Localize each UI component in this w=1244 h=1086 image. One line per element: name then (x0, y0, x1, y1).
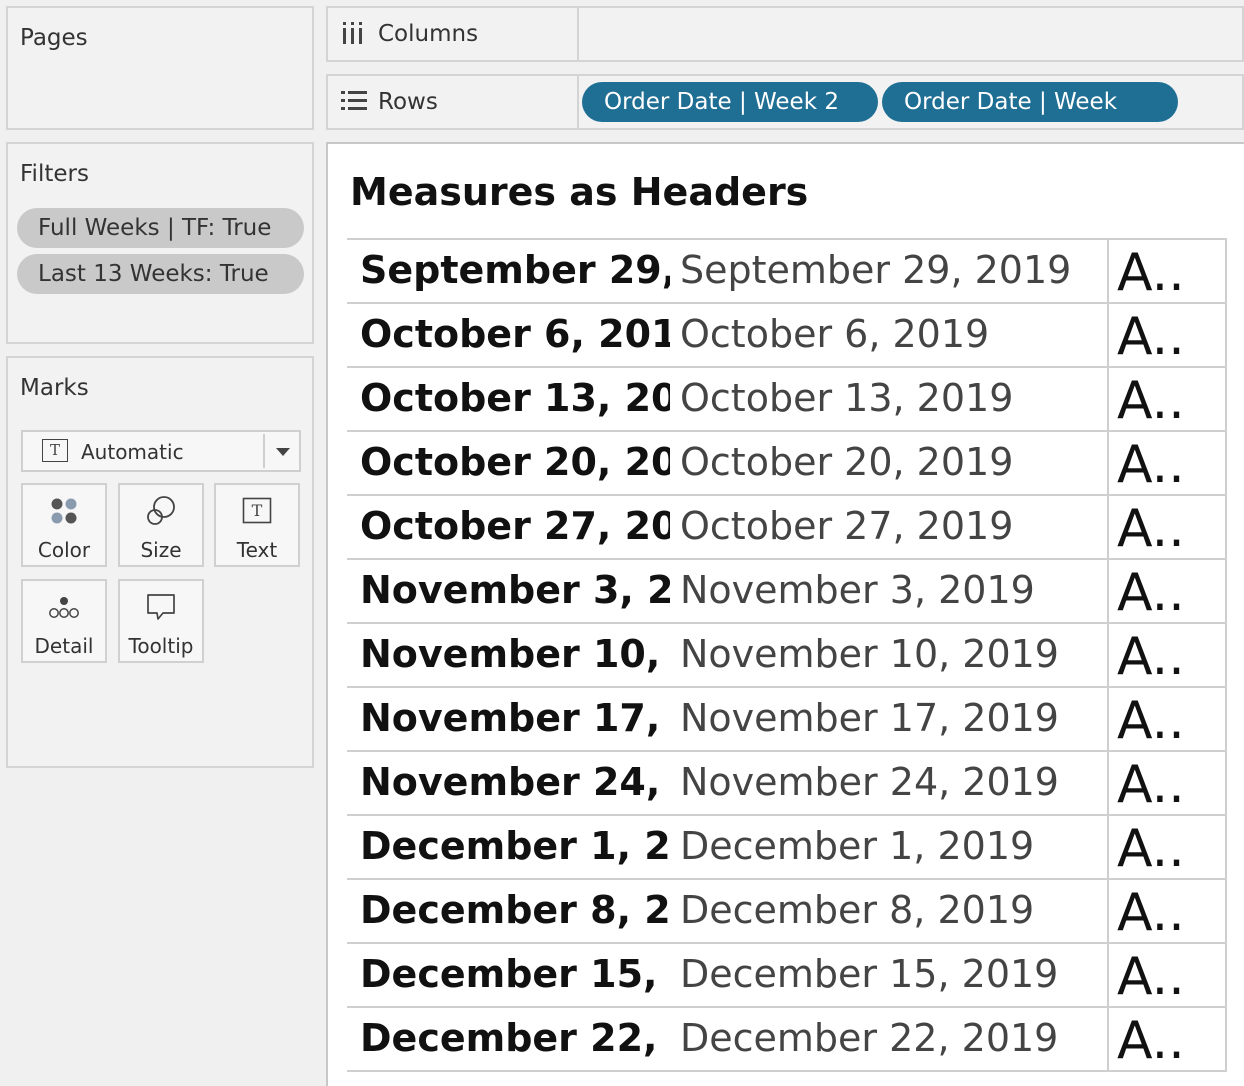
row-header-week-2[interactable]: October 27, 20.. (360, 504, 670, 548)
tooltip-button[interactable]: Tooltip (118, 579, 204, 663)
dropdown-divider (263, 434, 265, 468)
text-label: Text (236, 538, 278, 562)
measure-value-cell[interactable]: A.. (1107, 944, 1227, 1007)
rows-shelf-header: Rows (328, 76, 579, 128)
row-header-week[interactable]: December 22, 2019 (680, 1016, 1100, 1060)
columns-shelf[interactable]: Columns (326, 6, 1244, 62)
mark-type-dropdown[interactable]: T Automatic (21, 430, 301, 472)
table-row[interactable]: October 20, 20..October 20, 2019A.. (347, 432, 1227, 496)
table-row[interactable]: December 1, 2.. December 1, 2019 A.. (347, 816, 1227, 880)
measure-value-cell[interactable]: A.. (1107, 432, 1227, 495)
row-header-week[interactable]: November 3, 2019 (680, 568, 1100, 612)
viz-title: Measures as Headers (350, 170, 809, 214)
rows-label: Rows (378, 89, 438, 115)
table-row[interactable]: December 15, .. December 15, 2019 A.. (347, 944, 1227, 1008)
rows-icon (341, 90, 367, 116)
rows-shelf[interactable]: Rows Order Date | Week 2 Order Date | We… (326, 74, 1244, 130)
row-header-week[interactable]: October 13, 2019 (680, 376, 1100, 420)
row-header-week-2[interactable]: November 10, .. (360, 632, 670, 676)
table-row[interactable]: December 22, .. December 22, 2019 A.. (347, 1008, 1227, 1072)
row-header-week[interactable]: December 15, 2019 (680, 952, 1100, 996)
color-icon (23, 495, 105, 527)
row-header-week[interactable]: December 8, 2019 (680, 888, 1100, 932)
row-header-week-2[interactable]: December 15, .. (360, 952, 670, 996)
row-header-week[interactable]: October 6, 2019 (680, 312, 1100, 356)
measure-value-cell[interactable]: A.. (1107, 496, 1227, 559)
mark-type-label: Automatic (81, 440, 184, 464)
row-header-week-2[interactable]: November 17, .. (360, 696, 670, 740)
viz-table: September 29, ..September 29, 2019A..Oct… (347, 238, 1227, 1072)
row-header-week[interactable]: September 29, 2019 (680, 248, 1100, 292)
detail-button[interactable]: Detail (21, 579, 107, 663)
dropdown-caret-icon[interactable] (276, 448, 290, 456)
color-button[interactable]: Color (21, 483, 107, 567)
rows-pill-order-date-week-2[interactable]: Order Date | Week 2 (582, 82, 878, 122)
filters-card[interactable]: Filters Full Weeks | TF: True Last 13 We… (6, 142, 314, 344)
filters-title: Filters (20, 161, 89, 187)
row-header-week[interactable]: November 17, 2019 (680, 696, 1100, 740)
table-row[interactable]: November 3, 2.. November 3, 2019 A.. (347, 560, 1227, 624)
table-row[interactable]: October 13, 20..October 13, 2019A.. (347, 368, 1227, 432)
viz-canvas: Measures as Headers September 29, ..Sept… (326, 142, 1244, 1086)
row-header-week[interactable]: November 24, 2019 (680, 760, 1100, 804)
measure-value-cell[interactable]: A.. (1107, 560, 1227, 623)
table-row[interactable]: October 27, 20..October 27, 2019A.. (347, 496, 1227, 560)
columns-icon (341, 22, 365, 48)
table-row[interactable]: October 6, 2019 October 6, 2019 A.. (347, 304, 1227, 368)
marks-title: Marks (20, 375, 89, 401)
size-icon (120, 495, 202, 527)
pages-title: Pages (20, 25, 88, 51)
row-header-week-2[interactable]: December 8, 2.. (360, 888, 670, 932)
row-header-week-2[interactable]: September 29, .. (360, 248, 670, 292)
measure-value-cell[interactable]: A.. (1107, 752, 1227, 815)
measure-value-cell[interactable]: A.. (1107, 368, 1227, 431)
row-header-week[interactable]: November 10, 2019 (680, 632, 1100, 676)
detail-label: Detail (34, 634, 94, 658)
measure-value-cell[interactable]: A.. (1107, 304, 1227, 367)
measure-value-cell[interactable]: A.. (1107, 688, 1227, 751)
row-header-week[interactable]: October 27, 2019 (680, 504, 1100, 548)
table-row[interactable]: November 10, .. November 10, 2019 A.. (347, 624, 1227, 688)
size-label: Size (140, 538, 182, 562)
measure-value-cell[interactable]: A.. (1107, 1008, 1227, 1071)
measure-value-cell[interactable]: A.. (1107, 816, 1227, 879)
text-icon: T (216, 495, 298, 527)
measure-value-cell[interactable]: A.. (1107, 240, 1227, 303)
tooltip-icon (120, 591, 202, 623)
columns-label: Columns (378, 21, 479, 47)
color-label: Color (37, 538, 91, 562)
tooltip-label: Tooltip (128, 634, 194, 658)
filter-pill-last-13-weeks[interactable]: Last 13 Weeks: True (17, 254, 304, 294)
table-row[interactable]: November 17, .. November 17, 2019 A.. (347, 688, 1227, 752)
row-header-week-2[interactable]: November 24, .. (360, 760, 670, 804)
columns-shelf-header: Columns (328, 8, 579, 60)
row-header-week-2[interactable]: October 6, 2019 (360, 312, 670, 356)
size-button[interactable]: Size (118, 483, 204, 567)
row-header-week-2[interactable]: October 13, 20.. (360, 376, 670, 420)
row-header-week-2[interactable]: December 1, 2.. (360, 824, 670, 868)
row-header-week[interactable]: December 1, 2019 (680, 824, 1100, 868)
measure-value-cell[interactable]: A.. (1107, 880, 1227, 943)
detail-icon (23, 591, 105, 623)
pages-card[interactable]: Pages (6, 6, 314, 130)
table-row[interactable]: December 8, 2.. December 8, 2019 A.. (347, 880, 1227, 944)
text-mark-icon: T (42, 439, 68, 462)
row-header-week-2[interactable]: October 20, 20.. (360, 440, 670, 484)
row-header-week-2[interactable]: December 22, .. (360, 1016, 670, 1060)
text-button[interactable]: T Text (214, 483, 300, 567)
table-row[interactable]: September 29, ..September 29, 2019A.. (347, 238, 1227, 304)
row-header-week-2[interactable]: November 3, 2.. (360, 568, 670, 612)
rows-pill-order-date-week[interactable]: Order Date | Week (882, 82, 1178, 122)
svg-text:T: T (252, 501, 263, 520)
marks-card: Marks T Automatic Color Size T Text Deta… (6, 356, 314, 768)
row-header-week[interactable]: October 20, 2019 (680, 440, 1100, 484)
filter-pill-full-weeks[interactable]: Full Weeks | TF: True (17, 208, 304, 248)
measure-value-cell[interactable]: A.. (1107, 624, 1227, 687)
table-row[interactable]: November 24, .. November 24, 2019 A.. (347, 752, 1227, 816)
